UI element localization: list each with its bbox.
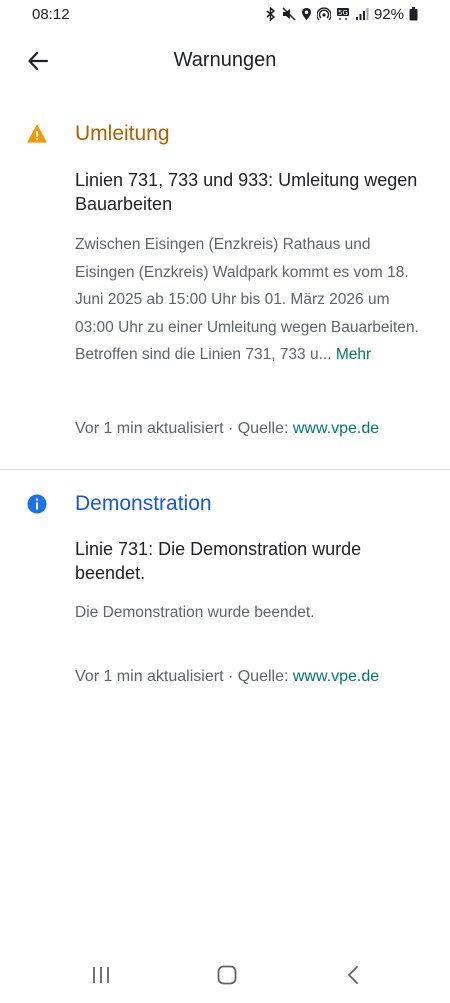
status-time: 08:12 bbox=[32, 5, 70, 23]
bluetooth-icon bbox=[266, 7, 276, 21]
alert-headline: Linien 731, 733 und 933: Umleitung wegen… bbox=[75, 170, 418, 214]
alert-type-label: Demonstration bbox=[75, 492, 212, 515]
source-link[interactable]: www.vpe.de bbox=[293, 668, 379, 685]
alert-headline: Linie 731: Die Demonstration wurde beend… bbox=[75, 539, 362, 583]
alert-description: Die Demonstration wurde beendet. bbox=[75, 604, 315, 621]
nav-back-button[interactable] bbox=[333, 957, 373, 993]
alert-updated-text: Vor 1 min aktualisiert · Quelle: bbox=[75, 420, 293, 437]
alert-footer: Vor 1 min aktualisiert · Quelle: www.vpe… bbox=[75, 420, 440, 438]
hotspot-icon bbox=[316, 7, 331, 21]
status-bar: 08:12 5G 92% bbox=[0, 0, 450, 28]
system-navigation-bar bbox=[0, 947, 450, 1003]
alert-description-text: Zwischen Eisingen (Enzkreis) Rathaus und… bbox=[75, 236, 419, 363]
recents-button[interactable] bbox=[81, 957, 121, 993]
home-icon bbox=[217, 965, 237, 985]
more-link[interactable]: Mehr bbox=[336, 346, 371, 363]
top-app-bar: Warnungen bbox=[0, 38, 450, 82]
svg-text:5G: 5G bbox=[338, 9, 348, 17]
info-icon bbox=[27, 494, 47, 514]
alert-type-label: Umleitung bbox=[75, 122, 170, 145]
arrow-left-icon bbox=[28, 51, 49, 71]
divider bbox=[0, 469, 450, 470]
source-link[interactable]: www.vpe.de bbox=[293, 420, 379, 437]
5g-icon: 5G bbox=[336, 8, 349, 20]
alert-description: Zwischen Eisingen (Enzkreis) Rathaus und… bbox=[75, 231, 424, 369]
battery-level: 92% bbox=[373, 5, 404, 23]
alert-footer: Vor 1 min aktualisiert · Quelle: www.vpe… bbox=[75, 668, 440, 686]
recents-icon bbox=[93, 967, 109, 983]
home-button[interactable] bbox=[207, 957, 247, 993]
nav-back-icon bbox=[348, 966, 358, 984]
warning-icon bbox=[27, 124, 47, 143]
alert-updated-text: Vor 1 min aktualisiert · Quelle: bbox=[75, 668, 293, 685]
signal-icon bbox=[355, 8, 369, 20]
mute-icon bbox=[282, 7, 296, 21]
battery-icon bbox=[409, 7, 418, 21]
status-icons: 5G 92% bbox=[265, 6, 418, 23]
location-icon bbox=[301, 8, 311, 20]
page-title: Warnungen bbox=[173, 48, 277, 71]
back-button[interactable] bbox=[18, 44, 58, 78]
